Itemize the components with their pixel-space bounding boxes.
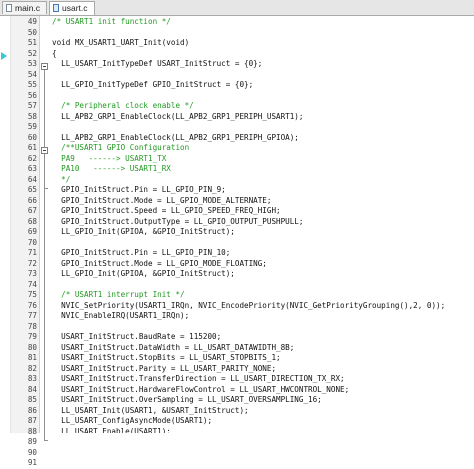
line-number: 83 xyxy=(27,374,37,383)
code-line[interactable]: GPIO_InitStruct.OutputType = LL_GPIO_OUT… xyxy=(52,217,303,228)
line-number: 76 xyxy=(27,300,37,310)
line-number: 54 xyxy=(27,69,37,79)
line-number: 73 xyxy=(27,269,37,278)
line-number: 82 xyxy=(27,363,37,373)
comment-line[interactable]: PA10 ------> USART1_RX xyxy=(52,164,171,175)
code-line[interactable]: LL_USART_Enable(USART1); xyxy=(52,427,171,434)
code-line[interactable]: GPIO_InitStruct.Mode = LL_GPIO_MODE_FLOA… xyxy=(52,259,267,270)
line-number: 81 xyxy=(27,353,37,362)
code-line[interactable]: { xyxy=(52,49,57,60)
code-line[interactable]: LL_USART_ConfigAsyncMode(USART1); xyxy=(52,416,212,427)
fold-end-marker xyxy=(44,188,48,189)
line-number: 50 xyxy=(27,27,37,37)
code-folding-margin xyxy=(40,16,49,441)
comment-line[interactable]: /* USART1 init function */ xyxy=(52,17,171,28)
code-line[interactable]: USART_InitStruct.DataWidth = LL_USART_DA… xyxy=(52,343,294,354)
code-editor[interactable]: /* USART1 init function */ void MX_USART1… xyxy=(50,16,474,433)
code-line[interactable]: LL_GPIO_Init(GPIOA, &GPIO_InitStruct); xyxy=(52,269,235,280)
code-line[interactable]: GPIO_InitStruct.Pin = LL_GPIO_PIN_10; xyxy=(52,248,230,259)
line-number: 72 xyxy=(27,258,37,268)
line-number: 53 xyxy=(27,59,37,68)
fold-collapse-icon[interactable] xyxy=(41,63,48,70)
comment-line[interactable]: /* Peripheral clock enable */ xyxy=(52,101,194,112)
comment-line[interactable]: PA9 ------> USART1_TX xyxy=(52,154,166,165)
line-number: 65 xyxy=(27,185,37,194)
line-number: 64 xyxy=(27,174,37,184)
line-number: 58 xyxy=(27,111,37,121)
fold-collapse-icon[interactable] xyxy=(41,147,48,154)
current-line-arrow-icon xyxy=(1,52,7,60)
code-line[interactable]: NVIC_SetPriority(USART1_IRQn, NVIC_Encod… xyxy=(52,301,445,312)
breakpoint-margin[interactable] xyxy=(0,16,11,433)
code-line[interactable]: GPIO_InitStruct.Speed = LL_GPIO_SPEED_FR… xyxy=(52,206,280,217)
line-number: 57 xyxy=(27,101,37,110)
tab-usart-c[interactable]: usart.c xyxy=(49,1,95,15)
line-number: 56 xyxy=(27,90,37,100)
line-number: 74 xyxy=(27,279,37,289)
line-number: 80 xyxy=(27,342,37,352)
code-line[interactable]: USART_InitStruct.BaudRate = 115200; xyxy=(52,332,221,343)
line-number: 59 xyxy=(27,122,37,131)
code-line[interactable]: LL_APB2_GRP1_EnableClock(LL_APB2_GRP1_PE… xyxy=(52,133,299,144)
line-number: 85 xyxy=(27,395,37,404)
line-number: 51 xyxy=(27,38,37,47)
line-number: 86 xyxy=(27,405,37,415)
fold-end-marker xyxy=(44,440,48,441)
line-number: 84 xyxy=(27,384,37,394)
file-icon xyxy=(6,4,12,12)
line-number: 91 xyxy=(27,458,37,467)
line-number: 66 xyxy=(27,195,37,205)
line-number: 68 xyxy=(27,216,37,226)
line-number: 62 xyxy=(27,153,37,163)
editor-tab-bar: main.c usart.c xyxy=(0,0,474,16)
comment-line[interactable]: /**USART1 GPIO Configuration xyxy=(52,143,189,154)
code-line[interactable]: LL_APB2_GRP1_EnableClock(LL_APB2_GRP1_PE… xyxy=(52,112,303,123)
line-number: 90 xyxy=(27,447,37,457)
line-number: 49 xyxy=(27,17,37,26)
comment-line[interactable]: */ xyxy=(52,175,70,186)
line-number: 88 xyxy=(27,426,37,436)
code-line[interactable]: USART_InitStruct.TransferDirection = LL_… xyxy=(52,374,344,385)
comment-line[interactable]: /* USART1 interrupt Init */ xyxy=(52,290,184,301)
line-number: 75 xyxy=(27,290,37,299)
code-line[interactable]: USART_InitStruct.StopBits = LL_USART_STO… xyxy=(52,353,280,364)
line-number: 63 xyxy=(27,164,37,173)
line-number: 67 xyxy=(27,206,37,215)
line-number-gutter: 49 50 51 52 53 54 55 56 57 58 59 60 61 62 63 64 65 66 67 68… xyxy=(11,16,40,467)
fold-guide-line xyxy=(44,70,45,440)
line-number: 55 xyxy=(27,80,37,89)
line-number: 70 xyxy=(27,237,37,247)
code-line[interactable]: LL_USART_InitTypeDef USART_InitStruct = … xyxy=(52,59,262,70)
line-number: 78 xyxy=(27,321,37,331)
line-number: 77 xyxy=(27,311,37,320)
line-number: 87 xyxy=(27,416,37,425)
line-number: 69 xyxy=(27,227,37,236)
code-line[interactable]: USART_InitStruct.Parity = LL_USART_PARIT… xyxy=(52,364,276,375)
tab-label: main.c xyxy=(15,3,41,13)
line-number: 60 xyxy=(27,132,37,142)
tab-main-c[interactable]: main.c xyxy=(2,1,47,14)
line-number: 79 xyxy=(27,332,37,341)
line-number: 71 xyxy=(27,248,37,257)
code-line[interactable]: USART_InitStruct.OverSampling = LL_USART… xyxy=(52,395,322,406)
line-number: 52 xyxy=(27,48,37,58)
file-icon xyxy=(53,4,59,12)
code-line[interactable]: GPIO_InitStruct.Mode = LL_GPIO_MODE_ALTE… xyxy=(52,196,271,207)
line-number: 89 xyxy=(27,437,37,446)
code-line[interactable]: LL_USART_Init(USART1, &USART_InitStruct)… xyxy=(52,406,248,417)
code-line[interactable]: LL_GPIO_Init(GPIOA, &GPIO_InitStruct); xyxy=(52,227,235,238)
code-line[interactable]: USART_InitStruct.HardwareFlowControl = L… xyxy=(52,385,349,396)
code-line[interactable]: void MX_USART1_UART_Init(void) xyxy=(52,38,189,49)
code-line[interactable]: LL_GPIO_InitTypeDef GPIO_InitStruct = {0… xyxy=(52,80,253,91)
code-line[interactable]: NVIC_EnableIRQ(USART1_IRQn); xyxy=(52,311,189,322)
code-line[interactable]: GPIO_InitStruct.Pin = LL_GPIO_PIN_9; xyxy=(52,185,226,196)
tab-label: usart.c xyxy=(62,3,88,13)
line-number: 61 xyxy=(27,143,37,152)
